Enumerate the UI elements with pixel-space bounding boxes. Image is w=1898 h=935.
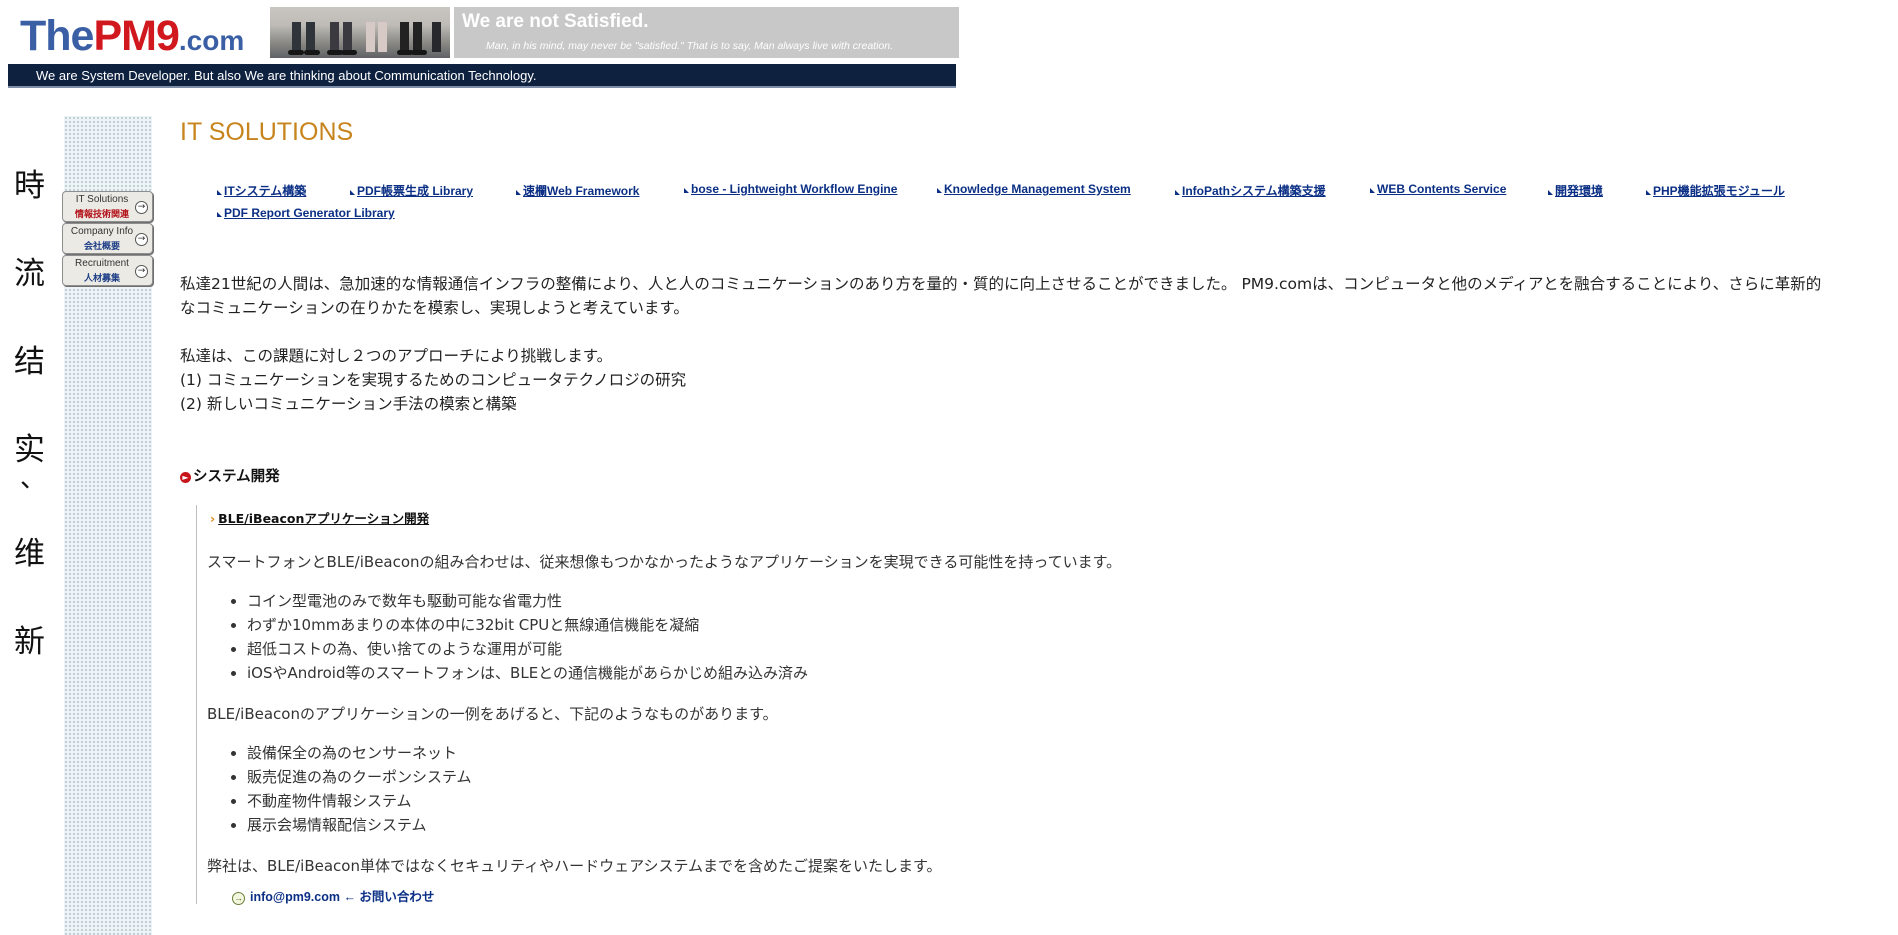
section-heading: ► システム開発 (180, 465, 280, 486)
nav-link-web-contents[interactable]: WEB Contents Service (1370, 182, 1506, 196)
list-item: 設備保全の為のセンサーネット (247, 741, 472, 765)
example-list: 設備保全の為のセンサーネット 販売促進の為のクーポンシステム 不動産物件情報シス… (207, 741, 472, 837)
tagline-text: We are System Developer. But also We are… (36, 68, 537, 83)
ble-paragraph-2: BLE/iBeaconのアプリケーションの一例をあげると、下記のようなものがあり… (207, 705, 778, 723)
intro-line-2: なコミュニケーションの在りかたを模索し、実現しようと考えています。 (180, 299, 689, 317)
motto-char-6: 维 (14, 536, 45, 572)
section-divider (196, 505, 197, 904)
sidebar-button-label-en: Recruitment (75, 258, 129, 269)
motto-char-3: 结 (14, 344, 45, 380)
intro-line-1: 私達21世紀の人間は、急加速的な情報通信インフラの整備により、人と人のコミュニケ… (180, 275, 1822, 293)
arrow-right-icon: → (135, 201, 148, 214)
nav-link-php-module[interactable]: PHP機能拡張モジュール (1646, 182, 1785, 199)
list-item: 販売促進の為のクーポンシステム (247, 765, 472, 789)
nav-link-it-system[interactable]: ITシステム構築 (217, 182, 306, 199)
nav-link-knowledge-management[interactable]: Knowledge Management System (937, 182, 1131, 196)
contact-link[interactable]: → info@pm9.com ← お問い合わせ (232, 886, 434, 905)
tagline-bar: We are System Developer. But also We are… (8, 64, 956, 88)
ble-ibeacon-link-text: BLE/iBeaconアプリケーション開発 (218, 511, 430, 526)
arrow-right-icon: → (135, 233, 148, 246)
feature-list: コイン型電池のみで数年も駆動可能な省電力性 わずか10mmあまりの本体の中に32… (207, 589, 808, 685)
header-photo (270, 7, 450, 58)
list-item: 展示会場情報配信システム (247, 813, 472, 837)
sidebar-company-info-button[interactable]: Company Info 会社概要 → (62, 223, 153, 254)
approach-2: (2) 新しいコミュニケーション手法の模索と構築 (180, 395, 517, 413)
sidebar-button-label-jp: 会社概要 (83, 242, 120, 252)
nav-link-infopath[interactable]: InfoPathシステム構築支援 (1175, 182, 1326, 199)
red-bullet-icon: ► (180, 472, 191, 483)
section-heading-text: システム開発 (193, 469, 280, 485)
approach-1: (1) コミュニケーションを実現するためのコンピュータテクノロジの研究 (180, 371, 687, 389)
nav-link-pdf-library[interactable]: PDF帳票生成 Library (350, 182, 473, 199)
list-item: コイン型電池のみで数年も駆動可能な省電力性 (247, 589, 808, 613)
nav-link-bose-workflow[interactable]: bose - Lightweight Workflow Engine (684, 182, 897, 196)
contact-link-text: info@pm9.com ← お問い合わせ (250, 890, 435, 904)
sidebar-button-label-jp: 人材募集 (83, 274, 120, 284)
chevron-right-icon: › (210, 511, 216, 526)
sidebar-button-label-en: Company Info (70, 226, 134, 237)
slogan-banner: We are not Satisfied. Man, in his mind, … (454, 7, 959, 58)
page-title: IT SOLUTIONS (180, 118, 354, 146)
arrow-right-icon: → (232, 892, 245, 905)
approach-intro: 私達は、この課題に対し２つのアプローチにより挑戦します。 (180, 347, 613, 365)
sidebar-button-label-jp: 情報技術関連 (74, 210, 129, 220)
site-logo[interactable]: ThePM9.com (20, 12, 245, 60)
logo-dotcom: .com (178, 25, 245, 56)
list-item: 超低コストの為、使い捨てのような運用が可能 (247, 637, 808, 661)
nav-link-web-framework[interactable]: 速欄Web Framework (516, 182, 639, 199)
banner-subtitle: Man, in his mind, may never be "satisfie… (486, 40, 894, 52)
ble-paragraph-1: スマートフォンとBLE/iBeaconの組み合わせは、従来想像もつかなかったよう… (207, 553, 1122, 571)
sidebar-recruitment-button[interactable]: Recruitment 人材募集 → (62, 255, 153, 286)
motto-char-2: 流 (14, 256, 45, 292)
sidebar-button-label-en: IT Solutions (75, 194, 129, 205)
logo-pm9: PM9 (93, 12, 179, 60)
motto-char-7: 新 (14, 624, 45, 660)
banner-title: We are not Satisfied. (462, 11, 649, 32)
logo-the: The (20, 12, 94, 60)
motto-char-1: 時 (14, 168, 45, 204)
arrow-right-icon: → (135, 265, 148, 278)
nav-link-pdf-report-generator[interactable]: PDF Report Generator Library (217, 206, 395, 220)
nav-link-dev-environment[interactable]: 開発環境 (1548, 182, 1603, 199)
list-item: わずか10mmあまりの本体の中に32bit CPUと無線通信機能を凝縮 (247, 613, 808, 637)
sidebar-it-solutions-button[interactable]: IT Solutions 情報技術関連 → (62, 191, 153, 222)
ble-ibeacon-link[interactable]: › BLE/iBeaconアプリケーション開発 (210, 508, 429, 527)
list-item: 不動産物件情報システム (247, 789, 472, 813)
motto-char-5: 、 (20, 464, 47, 494)
list-item: iOSやAndroid等のスマートフォンは、BLEとの通信機能があらかじめ組み込… (247, 661, 808, 685)
ble-paragraph-3: 弊社は、BLE/iBeacon単体ではなくセキュリティやハードウェアシステムまで… (207, 857, 942, 875)
